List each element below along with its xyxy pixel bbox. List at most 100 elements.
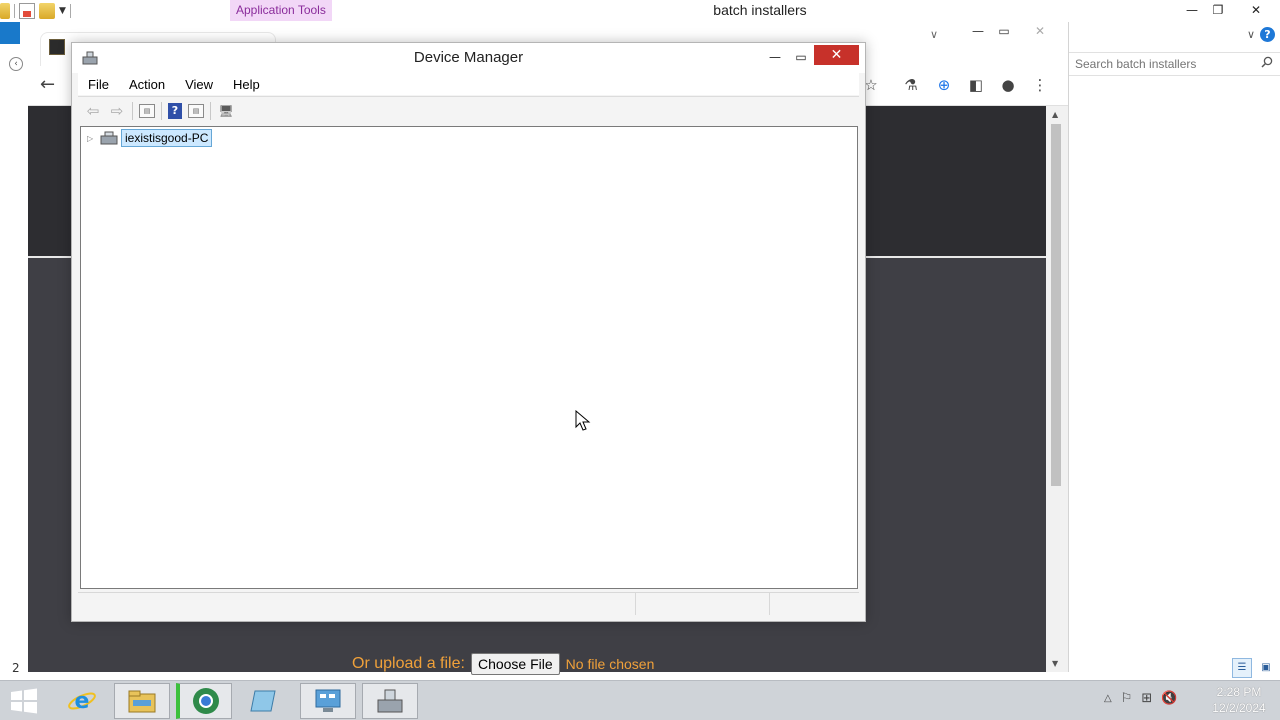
- back-icon[interactable]: ⇦: [84, 102, 102, 120]
- folder-icon: [0, 3, 10, 19]
- back-circle-icon[interactable]: ‹: [9, 57, 23, 71]
- scroll-thumb[interactable]: [1051, 124, 1061, 486]
- view-switcher: ☰ ▣: [1232, 658, 1276, 678]
- menu-action[interactable]: Action: [119, 77, 175, 92]
- new-folder-icon[interactable]: [39, 3, 55, 19]
- chrome-maximize-button[interactable]: ▭: [992, 24, 1016, 38]
- taskbar-file-explorer[interactable]: [114, 683, 170, 719]
- device-manager-window: Device Manager — ▭ ✕ File Action View He…: [71, 42, 866, 622]
- no-file-status: No file chosen: [565, 656, 655, 672]
- svg-text:e: e: [75, 689, 90, 714]
- show-hide-console-tree-icon[interactable]: ▤: [139, 103, 155, 118]
- toolbar-separator: [161, 101, 162, 120]
- scan-hardware-changes-icon[interactable]: 🖥: [217, 102, 235, 120]
- status-cell: [78, 593, 636, 615]
- start-windows-icon[interactable]: [8, 687, 40, 715]
- tree-root-node[interactable]: ▷ iexistisgood-PC: [87, 129, 213, 147]
- dm-close-button[interactable]: ✕: [814, 45, 859, 65]
- network-icon[interactable]: ⊞: [1141, 691, 1152, 706]
- computer-icon: [100, 131, 118, 145]
- status-cell: [636, 593, 770, 615]
- search-icon[interactable]: [1261, 56, 1273, 68]
- chrome-menu-icon[interactable]: ⋮: [1029, 74, 1051, 96]
- server-manager-icon: [315, 689, 341, 712]
- item-count-digit: 2: [12, 661, 20, 675]
- taskbar-notepad[interactable]: [236, 683, 292, 719]
- upload-label: Or upload a file:: [352, 655, 465, 672]
- page-scrollbar[interactable]: ▲ ▼: [1046, 106, 1068, 672]
- clock-date: 12/2/2024: [1212, 701, 1266, 715]
- device-manager-titlebar[interactable]: Device Manager — ▭ ✕: [72, 43, 865, 73]
- qat-separator: [14, 4, 15, 18]
- tab-search-icon[interactable]: ∨: [930, 28, 938, 41]
- help-icon[interactable]: ?: [1260, 27, 1275, 42]
- explorer-minimize-button[interactable]: —: [1180, 0, 1204, 20]
- show-hidden-icons-icon[interactable]: △: [1104, 693, 1112, 704]
- explorer-nav-strip: [0, 22, 22, 672]
- details-view-icon[interactable]: ☰: [1232, 658, 1252, 678]
- extension-flask-icon[interactable]: ⚗: [900, 74, 922, 96]
- scroll-up-icon[interactable]: ▲: [1052, 110, 1058, 119]
- choose-file-button[interactable]: Choose File: [470, 653, 560, 675]
- help-book-icon[interactable]: ?: [168, 102, 182, 119]
- device-manager-title: Device Manager: [413, 49, 524, 66]
- quick-access-toolbar: ▼: [0, 2, 71, 20]
- search-box[interactable]: [1069, 52, 1280, 76]
- notepad-icon: [250, 690, 276, 712]
- taskbar-internet-explorer[interactable]: e: [54, 683, 110, 719]
- properties-icon[interactable]: [19, 3, 35, 19]
- status-cell: [770, 593, 856, 615]
- internet-explorer-icon: e: [68, 689, 96, 714]
- device-manager-taskbar-icon: [377, 689, 403, 713]
- toolbar-separator: [210, 101, 211, 120]
- device-tree[interactable]: ▷ iexistisgood-PC: [80, 126, 858, 589]
- explorer-window-title: batch installers: [713, 2, 807, 18]
- explorer-titlebar: ▼ Application Tools batch installers — ❐…: [0, 0, 1280, 22]
- taskbar-server-manager[interactable]: [300, 683, 356, 719]
- upload-row: Or upload a file: Choose File No file ch…: [352, 652, 654, 676]
- dm-maximize-button[interactable]: ▭: [788, 47, 814, 67]
- volume-muted-icon[interactable]: 🔇: [1161, 691, 1177, 706]
- customize-qat-dropdown-icon[interactable]: ▼: [59, 6, 66, 16]
- chrome-browser-icon: [192, 688, 219, 714]
- menu-bar: File Action View Help: [78, 73, 859, 95]
- scroll-down-icon[interactable]: ▼: [1052, 659, 1058, 668]
- forward-icon[interactable]: ⇨: [108, 102, 126, 120]
- qat-separator: [69, 4, 71, 18]
- address-row: ∨ ?: [1069, 24, 1280, 48]
- explorer-restore-button[interactable]: ❐: [1206, 0, 1230, 20]
- toolbar-separator: [132, 101, 133, 120]
- file-tab-marker[interactable]: [0, 22, 20, 44]
- status-bar: [78, 592, 859, 615]
- menu-help[interactable]: Help: [223, 77, 270, 92]
- chrome-close-button[interactable]: ✕: [1028, 24, 1052, 38]
- mouse-cursor-icon: [575, 410, 591, 431]
- taskbar: e △ ⚐ ⊞ 🔇 2:28 PM 12/2/2024: [0, 680, 1280, 720]
- dm-minimize-button[interactable]: —: [762, 47, 788, 67]
- site-favicon-icon: [49, 39, 65, 55]
- taskbar-chrome[interactable]: [176, 683, 232, 719]
- search-input[interactable]: [1069, 53, 1249, 75]
- back-arrow-icon[interactable]: ←: [40, 74, 55, 95]
- explorer-close-button[interactable]: ✕: [1244, 0, 1268, 20]
- taskbar-clock[interactable]: 2:28 PM 12/2/2024: [1204, 684, 1274, 716]
- address-dropdown-icon[interactable]: ∨: [1247, 28, 1255, 41]
- side-panel-icon[interactable]: ◧: [965, 74, 987, 96]
- expand-chevron-icon[interactable]: ▷: [87, 134, 97, 143]
- menu-view[interactable]: View: [175, 77, 223, 92]
- action-center-flag-icon[interactable]: ⚐: [1121, 691, 1133, 706]
- menu-file[interactable]: File: [78, 77, 119, 92]
- system-tray: △ ⚐ ⊞ 🔇: [1104, 691, 1177, 706]
- application-tools-tab[interactable]: Application Tools: [230, 0, 332, 21]
- large-icons-view-icon[interactable]: ▣: [1256, 658, 1276, 678]
- file-explorer-icon: [128, 690, 156, 713]
- dm-toolbar: ⇦ ⇨ ▤ ? ▤ 🖥: [78, 96, 859, 124]
- computer-name-label[interactable]: iexistisgood-PC: [121, 129, 213, 147]
- chrome-minimize-button[interactable]: —: [966, 24, 990, 38]
- profile-avatar-icon[interactable]: ●: [997, 74, 1019, 96]
- properties-pane-icon[interactable]: ▤: [188, 103, 204, 118]
- taskbar-device-manager[interactable]: [362, 683, 418, 719]
- explorer-right-pane: ∨ ?: [1068, 22, 1280, 672]
- clock-time: 2:28 PM: [1216, 685, 1262, 699]
- download-icon[interactable]: ⊕: [933, 74, 955, 96]
